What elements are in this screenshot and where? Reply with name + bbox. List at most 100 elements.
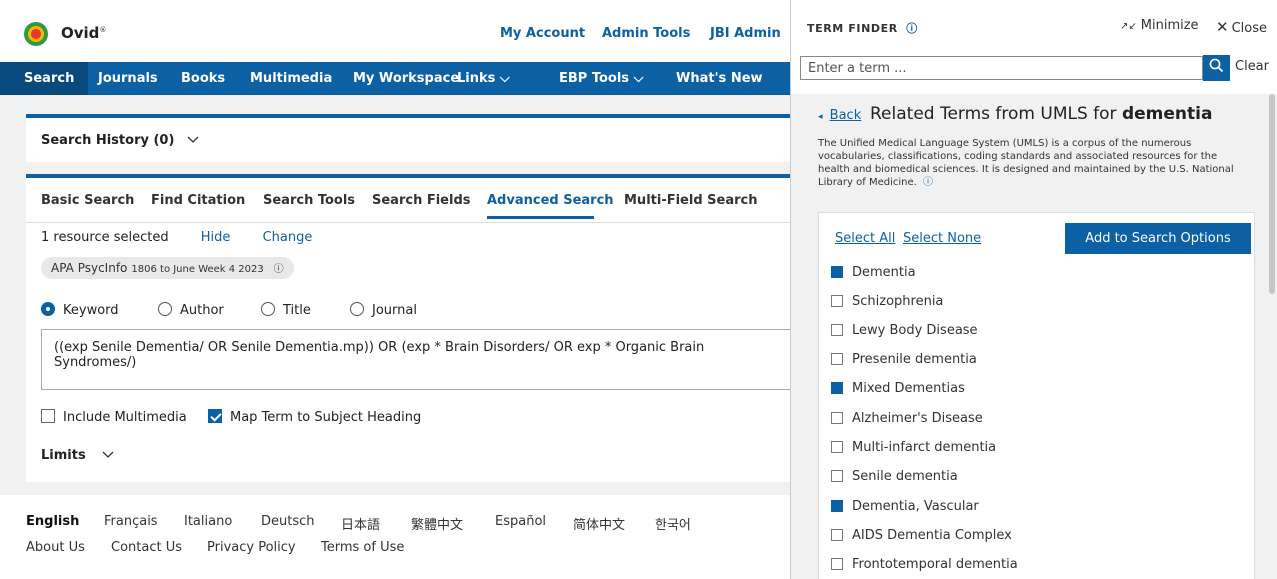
term-item[interactable]: Lewy Body Disease bbox=[831, 323, 978, 338]
top-header: Ovid® My Account Admin Tools JBI Admin bbox=[0, 0, 790, 62]
nav-journals[interactable]: Journals bbox=[98, 62, 158, 95]
checkbox-unchecked-icon bbox=[831, 412, 843, 424]
term-item[interactable]: AIDS Dementia Complex bbox=[831, 528, 1012, 543]
nav-search[interactable]: Search bbox=[0, 62, 89, 95]
radio-unselected-icon bbox=[261, 302, 275, 316]
term-item[interactable]: Presenile dementia bbox=[831, 352, 977, 367]
back-link[interactable]: ◂ Back bbox=[818, 108, 861, 123]
term-item[interactable]: Frontotemporal dementia bbox=[831, 557, 1018, 572]
term-item[interactable]: Dementia, Vascular bbox=[831, 499, 979, 514]
lang-english[interactable]: English bbox=[26, 514, 79, 529]
radio-author[interactable]: Author bbox=[158, 302, 224, 318]
lang-traditional-chinese[interactable]: 繁體中文 bbox=[411, 514, 463, 533]
limits-toggle[interactable]: Limits bbox=[41, 448, 114, 463]
term-item[interactable]: Alzheimer's Disease bbox=[831, 411, 983, 426]
change-link[interactable]: Change bbox=[263, 230, 313, 245]
radio-journal-label: Journal bbox=[372, 303, 417, 318]
lang-japanese[interactable]: 日本語 bbox=[341, 514, 380, 533]
minimize-button[interactable]: ↗↙ Minimize bbox=[1120, 18, 1199, 33]
tab-multi-field-search[interactable]: Multi-Field Search bbox=[624, 193, 757, 208]
term-finder-body: ◂ Back Related Terms from UMLS for demen… bbox=[791, 94, 1277, 579]
lang-korean[interactable]: 한국어 bbox=[655, 514, 691, 533]
checkbox-checked-icon bbox=[831, 266, 843, 278]
nav-multimedia[interactable]: Multimedia bbox=[250, 62, 332, 95]
resource-range: 1806 to June Week 4 2023 bbox=[131, 264, 264, 275]
term-item[interactable]: Mixed Dementias bbox=[831, 381, 965, 396]
term-search-input[interactable] bbox=[800, 56, 1203, 80]
checkbox-checked-icon bbox=[831, 382, 843, 394]
close-button[interactable]: ✕ Close bbox=[1216, 18, 1267, 36]
info-icon[interactable]: ⓘ bbox=[923, 177, 933, 188]
nav-books[interactable]: Books bbox=[181, 62, 225, 95]
term-finder-title-text: TERM FINDER bbox=[807, 22, 898, 35]
radio-journal[interactable]: Journal bbox=[350, 302, 417, 318]
related-prefix: Related Terms from UMLS for bbox=[870, 104, 1117, 124]
term-label: Dementia bbox=[852, 265, 916, 280]
search-query-input[interactable]: ((exp Senile Dementia/ OR Senile Dementi… bbox=[41, 329, 790, 390]
ovid-logo-icon[interactable] bbox=[24, 22, 48, 46]
term-item[interactable]: Dementia bbox=[831, 265, 916, 280]
lang-italiano[interactable]: Italiano bbox=[184, 514, 232, 529]
clear-button[interactable]: Clear bbox=[1235, 59, 1269, 74]
hide-link[interactable]: Hide bbox=[201, 230, 231, 245]
lang-francais[interactable]: Français bbox=[104, 514, 158, 529]
checkbox-unchecked-icon bbox=[831, 558, 843, 570]
term-label: Dementia, Vascular bbox=[852, 499, 979, 514]
nav-ebp-tools[interactable]: EBP Tools ⌵ bbox=[559, 62, 643, 95]
map-term-checkbox[interactable]: Map Term to Subject Heading bbox=[208, 409, 421, 425]
add-to-search-options-button[interactable]: Add to Search Options bbox=[1065, 223, 1251, 254]
include-multimedia-checkbox[interactable]: Include Multimedia bbox=[41, 409, 187, 425]
select-all-link[interactable]: Select All bbox=[835, 231, 895, 246]
scrollbar[interactable] bbox=[1269, 94, 1275, 294]
search-history-toggle[interactable]: Search History (0) bbox=[41, 133, 199, 148]
term-label: Senile dementia bbox=[852, 469, 958, 484]
lang-espanol[interactable]: Español bbox=[495, 514, 546, 529]
tab-basic-search[interactable]: Basic Search bbox=[41, 193, 134, 208]
info-icon[interactable]: ⓘ bbox=[274, 264, 284, 275]
radio-title-label: Title bbox=[283, 303, 311, 318]
tab-search-fields[interactable]: Search Fields bbox=[372, 193, 471, 208]
my-account-link[interactable]: My Account bbox=[500, 26, 585, 41]
help-icon[interactable]: ⓘ bbox=[906, 20, 918, 36]
term-item[interactable]: Senile dementia bbox=[831, 469, 958, 484]
radio-keyword[interactable]: Keyword bbox=[41, 302, 119, 318]
checkbox-unchecked-icon bbox=[831, 441, 843, 453]
tab-advanced-search[interactable]: Advanced Search bbox=[487, 193, 614, 208]
footer-contact-us[interactable]: Contact Us bbox=[111, 540, 182, 555]
ovid-app: Ovid® My Account Admin Tools JBI Admin S… bbox=[0, 0, 790, 579]
term-label: Presenile dementia bbox=[852, 352, 977, 367]
select-none-link[interactable]: Select None bbox=[903, 231, 981, 246]
term-item[interactable]: Multi-infarct dementia bbox=[831, 440, 996, 455]
radio-unselected-icon bbox=[158, 302, 172, 316]
lang-simplified-chinese[interactable]: 简体中文 bbox=[573, 514, 625, 533]
tab-find-citation[interactable]: Find Citation bbox=[151, 193, 245, 208]
minimize-icon: ↗↙ bbox=[1120, 21, 1137, 32]
nav-my-workspace[interactable]: My Workspace bbox=[353, 62, 459, 95]
jbi-admin-link[interactable]: JBI Admin bbox=[710, 26, 781, 41]
term-item[interactable]: Schizophrenia bbox=[831, 294, 943, 309]
footer-about-us[interactable]: About Us bbox=[26, 540, 85, 555]
resource-name: APA PsycInfo bbox=[51, 261, 128, 275]
lang-deutsch[interactable]: Deutsch bbox=[261, 514, 315, 529]
admin-tools-link[interactable]: Admin Tools bbox=[602, 26, 690, 41]
radio-author-label: Author bbox=[180, 303, 224, 318]
close-label: Close bbox=[1231, 21, 1267, 36]
radio-unselected-icon bbox=[350, 302, 364, 316]
brand-name: Ovid® bbox=[61, 24, 107, 42]
related-terms-heading: Related Terms from UMLS for dementia bbox=[870, 104, 1212, 124]
checkbox-unchecked-icon bbox=[41, 409, 55, 423]
limits-label: Limits bbox=[41, 448, 86, 463]
radio-keyword-label: Keyword bbox=[63, 303, 119, 318]
radio-selected-icon bbox=[41, 302, 55, 316]
footer-terms-of-use[interactable]: Terms of Use bbox=[321, 540, 404, 555]
term-search-button[interactable] bbox=[1203, 55, 1230, 81]
checkbox-unchecked-icon bbox=[831, 529, 843, 541]
tab-search-tools[interactable]: Search Tools bbox=[263, 193, 355, 208]
term-label: AIDS Dementia Complex bbox=[852, 528, 1012, 543]
radio-title[interactable]: Title bbox=[261, 302, 311, 318]
nav-whats-new[interactable]: What's New bbox=[676, 62, 763, 95]
nav-links[interactable]: Links ⌵ bbox=[457, 62, 510, 95]
footer: English Français Italiano Deutsch 日本語 繁體… bbox=[0, 495, 790, 579]
footer-privacy-policy[interactable]: Privacy Policy bbox=[207, 540, 296, 555]
back-arrow-icon: ◂ bbox=[818, 112, 823, 122]
